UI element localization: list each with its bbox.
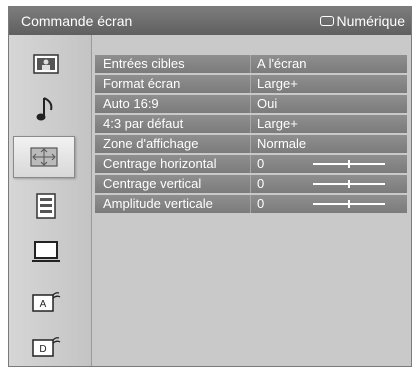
sidebar-item-analog-setup[interactable]: A bbox=[15, 283, 77, 319]
input-source-label: Numérique bbox=[336, 13, 405, 29]
setting-row-screen-format[interactable]: Format écran Large+ bbox=[95, 75, 407, 93]
row-divider bbox=[250, 175, 251, 193]
sidebar-item-monitor[interactable] bbox=[15, 234, 77, 270]
setting-value: 0 bbox=[257, 176, 265, 191]
sidebar-item-picture[interactable] bbox=[15, 46, 77, 82]
setting-row-display-area[interactable]: Zone d'affichage Normale bbox=[95, 135, 407, 153]
horizontal-centering-slider[interactable] bbox=[313, 160, 385, 168]
setting-row-auto-16-9[interactable]: Auto 16:9 Oui bbox=[95, 95, 407, 113]
sidebar-item-sound[interactable] bbox=[15, 92, 77, 128]
setting-value: A l'écran bbox=[257, 56, 307, 71]
digital-setup-letter: D bbox=[39, 344, 46, 355]
slider-knob[interactable] bbox=[348, 180, 350, 188]
tv-source-icon bbox=[319, 16, 334, 26]
tv-monitor-icon bbox=[32, 241, 60, 262]
setting-label: Zone d'affichage bbox=[103, 136, 199, 151]
vertical-amplitude-slider[interactable] bbox=[313, 200, 385, 208]
input-source-indicator: Numérique bbox=[319, 13, 405, 29]
sidebar-item-digital-setup[interactable]: D bbox=[15, 328, 77, 364]
row-divider bbox=[250, 135, 251, 153]
features-list-icon bbox=[36, 193, 56, 219]
settings-list: Entrées cibles A l'écran Format écran La… bbox=[95, 55, 407, 215]
setting-row-target-inputs[interactable]: Entrées cibles A l'écran bbox=[95, 55, 407, 73]
setting-row-vertical-centering[interactable]: Centrage vertical 0 bbox=[95, 175, 407, 193]
picture-icon bbox=[33, 54, 59, 74]
setting-label: Centrage horizontal bbox=[103, 156, 217, 171]
menu-title: Commande écran bbox=[21, 13, 133, 29]
row-divider bbox=[250, 195, 251, 213]
setting-row-default-4-3[interactable]: 4:3 par défaut Large+ bbox=[95, 115, 407, 133]
setting-value: Oui bbox=[257, 96, 278, 111]
vertical-centering-slider[interactable] bbox=[313, 180, 385, 188]
menu-sidebar: A D bbox=[9, 35, 92, 366]
row-divider bbox=[250, 75, 251, 93]
setting-value: 0 bbox=[257, 196, 265, 211]
slider-knob[interactable] bbox=[348, 200, 350, 208]
setting-label: Entrées cibles bbox=[103, 56, 185, 71]
setting-value: Large+ bbox=[257, 76, 298, 91]
analog-setup-letter: A bbox=[40, 299, 47, 310]
sidebar-item-screen-control[interactable] bbox=[13, 136, 75, 178]
setting-label: Amplitude verticale bbox=[103, 196, 213, 211]
row-divider bbox=[250, 55, 251, 73]
sidebar-item-features[interactable] bbox=[15, 188, 77, 224]
row-divider bbox=[250, 115, 251, 133]
setting-label: Centrage vertical bbox=[103, 176, 202, 191]
setting-value: Large+ bbox=[257, 116, 298, 131]
screen-control-icon bbox=[30, 147, 58, 167]
screen-control-menu: Commande écran Numérique A D Entrées cib… bbox=[8, 6, 412, 367]
slider-knob[interactable] bbox=[348, 160, 350, 168]
setting-row-vertical-amplitude[interactable]: Amplitude verticale 0 bbox=[95, 195, 407, 213]
setting-value: 0 bbox=[257, 156, 265, 171]
setting-label: 4:3 par défaut bbox=[103, 116, 184, 131]
row-divider bbox=[250, 95, 251, 113]
analog-setup-icon: A bbox=[32, 292, 61, 312]
row-divider bbox=[250, 155, 251, 173]
setting-label: Format écran bbox=[103, 76, 181, 91]
setting-label: Auto 16:9 bbox=[103, 96, 159, 111]
setting-value: Normale bbox=[257, 136, 307, 151]
menu-header: Commande écran Numérique bbox=[9, 7, 411, 35]
digital-setup-icon: D bbox=[32, 337, 61, 357]
sound-note-icon bbox=[36, 97, 53, 121]
setting-row-horizontal-centering[interactable]: Centrage horizontal 0 bbox=[95, 155, 407, 173]
